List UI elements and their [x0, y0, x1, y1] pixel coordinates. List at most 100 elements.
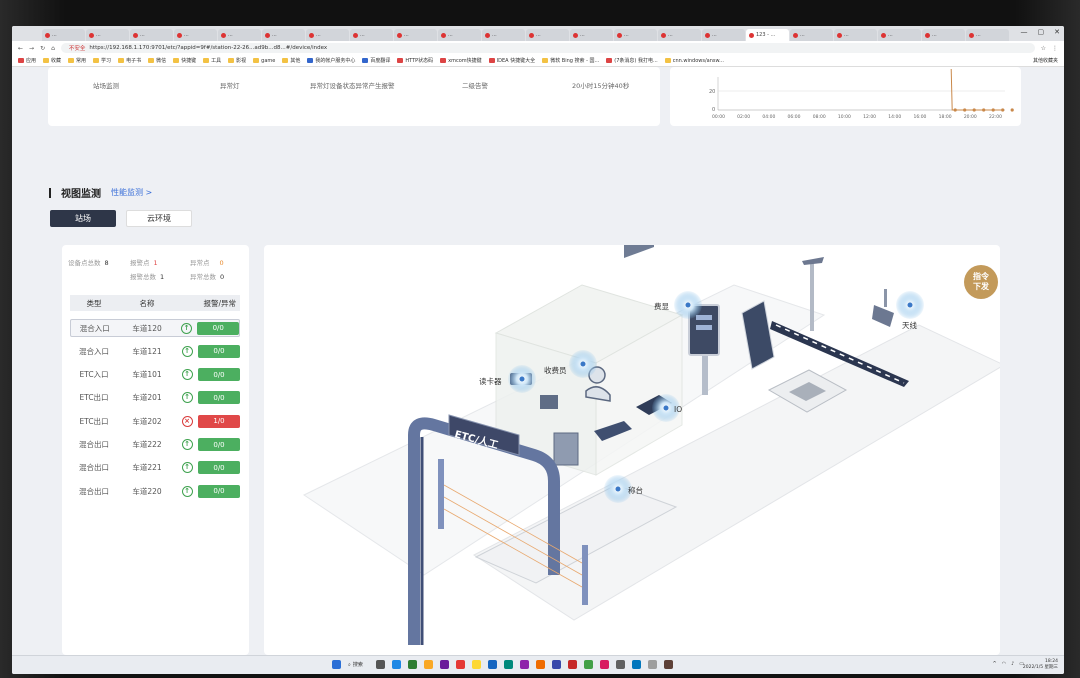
browser-tab[interactable]: ... [570, 29, 613, 41]
browser-tab[interactable]: ... [614, 29, 657, 41]
minimize-icon[interactable]: — [1021, 28, 1028, 36]
tab-favicon-icon [485, 32, 490, 38]
taskbar-app-icon[interactable] [583, 660, 593, 669]
folder-icon [253, 58, 260, 63]
taskbar-clock[interactable]: 18:24 2022/1/5 星期三 [1023, 659, 1058, 671]
browser-tab[interactable]: 123 - ... [746, 29, 789, 41]
tab-favicon-icon [45, 32, 50, 38]
taskbar-app-icon[interactable] [631, 660, 641, 669]
browser-tab[interactable]: ... [922, 29, 965, 41]
star-icon[interactable]: ☆ [1041, 45, 1046, 52]
browser-tab[interactable]: ... [86, 29, 129, 41]
abnormal-point-stat: 异常点 0 [190, 257, 224, 267]
browser-tab[interactable]: ... [42, 29, 85, 41]
screen: ........................................… [12, 26, 1064, 674]
tab-label: ... [888, 32, 893, 38]
bookmark-item[interactable]: 收藏 [43, 57, 61, 64]
taskbar-app-icon[interactable] [567, 660, 577, 669]
taskbar-app-icon[interactable] [519, 660, 529, 669]
browser-tab[interactable]: ... [438, 29, 481, 41]
other-bookmarks[interactable]: 其他收藏夹 [1033, 57, 1058, 64]
taskbar-app-icon[interactable] [551, 660, 561, 669]
taskbar-app-icon[interactable] [599, 660, 609, 669]
tray-chevron-icon[interactable]: ^ [992, 661, 996, 667]
volume-icon[interactable]: ♪ [1011, 661, 1014, 667]
table-row[interactable]: 混合出口 车道220 ↑ 0/0 [70, 482, 240, 500]
legend-item: 20小时15分钟40秒 [572, 82, 630, 90]
bookmark-item[interactable]: 常用 [68, 57, 86, 64]
taskbar-app-icon[interactable] [375, 660, 385, 669]
bookmark-item[interactable]: 百度翻译 [362, 57, 390, 64]
browser-tab[interactable]: ... [218, 29, 261, 41]
performance-monitor-link[interactable]: 性能监测 > [111, 187, 152, 198]
url-input[interactable]: 不安全 https://192.168.1.170:9701/etc/?appi… [60, 43, 1035, 53]
browser-tab[interactable]: ... [526, 29, 569, 41]
bookmark-item[interactable]: 微软 Bing 搜索 - 国... [542, 57, 599, 64]
bookmark-item[interactable]: cnn.windows/answ... [664, 58, 724, 64]
bookmark-item[interactable]: 学习 [93, 57, 111, 64]
taskbar-app-icon[interactable] [535, 660, 545, 669]
bookmark-item[interactable]: xmcom快捷键 [440, 57, 482, 64]
maximize-icon[interactable]: ▢ [1038, 28, 1045, 36]
browser-tab[interactable]: ... [350, 29, 393, 41]
browser-tab[interactable]: ... [482, 29, 525, 41]
bookmark-item[interactable]: 应用 [18, 57, 36, 64]
tab-cloud-env[interactable]: 云环境 [126, 210, 192, 227]
browser-tab[interactable]: ... [658, 29, 701, 41]
bookmark-label: 常用 [76, 58, 87, 64]
reload-icon[interactable]: ↻ [40, 45, 45, 52]
taskbar-app-icon[interactable] [615, 660, 625, 669]
taskbar-app-icon[interactable] [471, 660, 481, 669]
browser-tab[interactable]: ... [306, 29, 349, 41]
table-row[interactable]: 混合出口 车道221 ↑ 0/0 [70, 459, 240, 477]
taskbar-search[interactable]: ⌕ 搜索 [348, 661, 363, 669]
extensions-icon[interactable]: ⋮ [1052, 45, 1058, 52]
table-row[interactable]: 混合出口 车道222 ↑ 0/0 [70, 436, 240, 454]
bookmark-item[interactable]: (7条消息) 我打电... [606, 57, 658, 64]
home-icon[interactable]: ⌂ [51, 45, 55, 52]
table-row[interactable]: 混合入口 车道121 ↑ 0/0 [70, 342, 240, 360]
folder-icon [93, 58, 100, 63]
back-icon[interactable]: ← [18, 45, 23, 52]
browser-tab[interactable]: ... [262, 29, 305, 41]
bookmark-item[interactable]: 微信 [148, 57, 166, 64]
taskbar-app-icon[interactable] [487, 660, 497, 669]
taskbar-app-icon[interactable] [391, 660, 401, 669]
browser-tab[interactable]: ... [966, 29, 1009, 41]
send-command-button[interactable]: 指令下发 [964, 265, 998, 299]
browser-tab[interactable]: ... [130, 29, 173, 41]
bookmark-label: 收藏 [51, 58, 62, 64]
taskbar-app-icon[interactable] [439, 660, 449, 669]
taskbar-app-icon[interactable] [423, 660, 433, 669]
taskbar-app-icon[interactable] [455, 660, 465, 669]
tab-label: ... [184, 32, 189, 38]
browser-tab[interactable]: ... [702, 29, 745, 41]
taskbar-app-icon[interactable] [663, 660, 673, 669]
browser-tab[interactable]: ... [174, 29, 217, 41]
browser-tab[interactable]: ... [394, 29, 437, 41]
browser-tab[interactable]: ... [834, 29, 877, 41]
bookmark-item[interactable]: 影视 [228, 57, 246, 64]
bookmark-item[interactable]: 快捷键 [173, 57, 196, 64]
forward-icon[interactable]: → [29, 45, 34, 52]
taskbar-app-icon[interactable] [407, 660, 417, 669]
taskbar-app-icon[interactable] [503, 660, 513, 669]
table-row[interactable]: ETC出口 车道202 × 1/0 [70, 412, 240, 430]
table-row[interactable]: ETC入口 车道101 ↑ 0/0 [70, 366, 240, 384]
wifi-icon[interactable]: ◠ [1002, 661, 1006, 667]
close-icon[interactable]: ✕ [1054, 28, 1060, 36]
bookmark-item[interactable]: 工具 [203, 57, 221, 64]
table-row[interactable]: 混合入口 车道120 ↑ 0/0 [70, 319, 240, 337]
taskbar-app-icon[interactable] [647, 660, 657, 669]
bookmark-item[interactable]: game [253, 58, 275, 64]
tab-station[interactable]: 站场 [50, 210, 116, 227]
browser-tab[interactable]: ... [878, 29, 921, 41]
bookmark-item[interactable]: 我的帐户服务中心 [307, 57, 355, 64]
browser-tab[interactable]: ... [790, 29, 833, 41]
bookmark-item[interactable]: IDEA 快捷键大全 [488, 57, 535, 64]
bookmark-item[interactable]: 其他 [282, 57, 300, 64]
bookmark-item[interactable]: HTTP状态码 [397, 57, 433, 64]
table-row[interactable]: ETC出口 车道201 ↑ 0/0 [70, 389, 240, 407]
windows-start-icon[interactable] [332, 660, 341, 669]
bookmark-item[interactable]: 电子书 [118, 57, 141, 64]
